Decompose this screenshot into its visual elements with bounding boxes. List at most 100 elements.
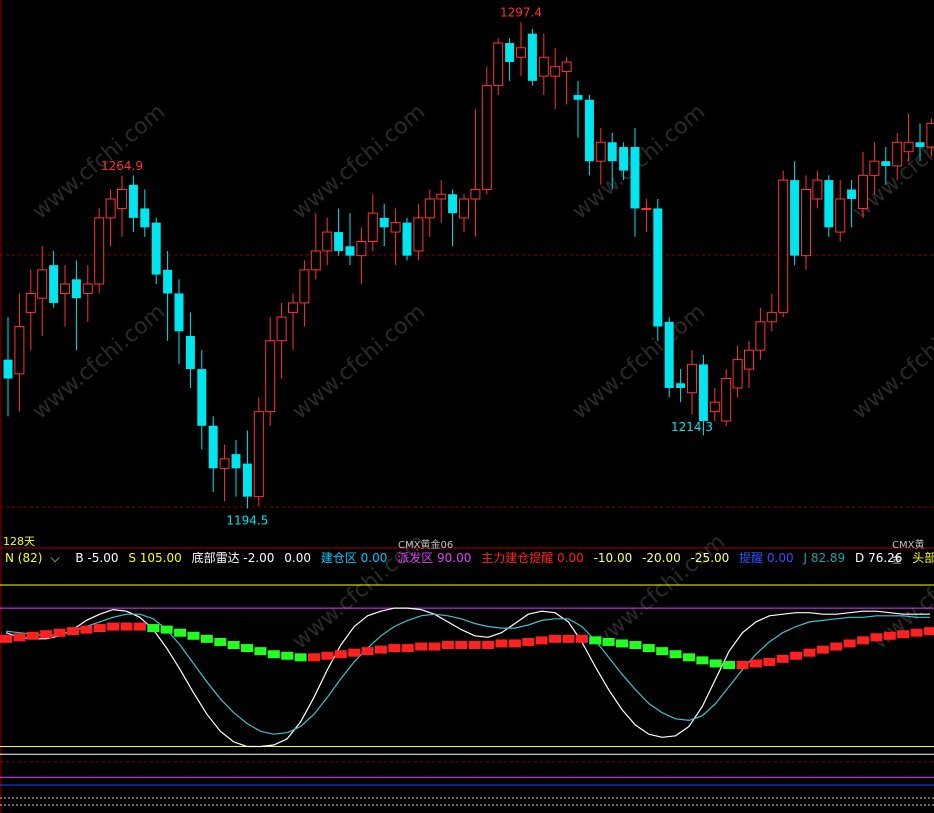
signal-block: [656, 647, 669, 656]
candle-body-down: [448, 194, 458, 214]
watermark-text: www.cfchi.com: [28, 299, 170, 424]
signal-block: [214, 637, 227, 646]
signal-block: [107, 622, 120, 631]
candle-body-up: [105, 198, 116, 219]
watermark-text: www.cfchi.com: [848, 299, 934, 424]
signal-block: [736, 661, 749, 669]
candle-body-up: [493, 42, 504, 87]
candle-body-up: [801, 189, 811, 257]
candle-body-down: [584, 99, 594, 162]
signal-block: [776, 654, 789, 663]
indicator-b-value: B -5.00: [75, 551, 119, 565]
candle-body-down: [664, 321, 674, 388]
candle-body-down: [402, 222, 412, 256]
candle-body-up: [812, 179, 823, 200]
signal-block: [160, 625, 173, 634]
candle-body-up: [755, 321, 766, 351]
candle-body-down: [140, 208, 150, 228]
chevron-down-icon[interactable]: ⌵: [50, 551, 59, 565]
candle-body-up: [892, 141, 903, 167]
signal-block: [803, 648, 816, 657]
signal-block: [40, 630, 53, 639]
candle-body-down: [3, 359, 13, 379]
candle-body-up: [721, 378, 732, 422]
signal-block: [415, 642, 428, 651]
signal-block: [575, 634, 588, 643]
watermark-text: www.cfchi.com: [28, 99, 170, 224]
candle-body-up: [276, 316, 287, 342]
candle-body-up: [25, 292, 36, 313]
candle-body-down: [242, 463, 252, 497]
period-label: 128天: [3, 535, 35, 548]
signal-block: [361, 647, 374, 656]
candle-body-down: [334, 232, 344, 251]
watermark-text: www.cfchi.com: [288, 299, 430, 424]
candle-body-up: [778, 179, 789, 313]
d-value: D 76.26: [855, 551, 903, 565]
signal-block: [468, 641, 481, 649]
signal-block: [348, 648, 361, 657]
signal-block: [374, 645, 387, 654]
signal-block: [749, 659, 762, 668]
signal-block: [763, 657, 776, 666]
signal-block: [308, 653, 320, 662]
candle-body-up: [595, 141, 606, 162]
signal-block: [562, 634, 575, 643]
signal-block: [321, 651, 334, 660]
candlestick-series: [3, 22, 934, 509]
price-annotation: 1264.9: [101, 159, 143, 173]
signal-block: [0, 634, 12, 643]
signal-block: [281, 651, 294, 660]
head-line-value: 头部线上取款: [912, 551, 934, 565]
signal-block: [696, 656, 709, 665]
candle-body-up: [37, 269, 48, 299]
signal-block: [133, 622, 146, 631]
minus-10-value: -10.00: [593, 551, 633, 565]
candle-body-down: [881, 161, 891, 166]
candle-body-up: [356, 241, 367, 257]
watermark-text: www.cfchi.com: [568, 299, 710, 424]
indicator-n-param[interactable]: N (82) ⌵: [5, 551, 66, 565]
signal-block: [522, 637, 535, 646]
signal-block: [334, 650, 347, 659]
candle-body-up: [926, 122, 934, 148]
candle-body-down: [71, 279, 81, 299]
candle-body-up: [413, 217, 424, 252]
signal-block: [870, 633, 883, 642]
candle-body-down: [573, 95, 583, 100]
signal-block: [267, 650, 280, 659]
signal-block: [549, 634, 562, 643]
candle-body-up: [858, 174, 868, 209]
signal-block: [441, 641, 454, 649]
candle-body-up: [82, 283, 93, 294]
candle-body-down: [505, 43, 515, 62]
candle-body-up: [14, 326, 25, 375]
signal-block: [669, 650, 682, 659]
candle-body-up: [550, 66, 561, 77]
candle-body-up: [322, 231, 333, 252]
signal-block: [455, 641, 468, 649]
candle-body-up: [265, 340, 276, 413]
candle-body-up: [117, 189, 127, 209]
signal-block: [790, 651, 803, 660]
candle-body-down: [698, 364, 708, 422]
signal-block: [857, 636, 870, 645]
signal-block: [147, 624, 160, 633]
candle-body-up: [903, 141, 914, 153]
signal-block: [227, 641, 240, 649]
candle-body-up: [869, 160, 880, 176]
signal-block: [535, 636, 548, 645]
signal-block: [428, 642, 441, 651]
minus-25-value: -25.00: [690, 551, 730, 565]
candle-body-down: [619, 147, 629, 171]
signal-block: [482, 641, 495, 649]
j-value: J 82.89: [803, 551, 846, 565]
signal-block: [508, 639, 521, 648]
candle-body-down: [185, 336, 195, 370]
candle-body-down: [915, 142, 925, 148]
bottom-radar-value: 底部雷达 -2.00: [191, 551, 275, 565]
signal-block: [682, 653, 695, 662]
signal-block: [642, 644, 655, 653]
signal-block: [843, 639, 856, 648]
signal-block: [495, 639, 508, 648]
